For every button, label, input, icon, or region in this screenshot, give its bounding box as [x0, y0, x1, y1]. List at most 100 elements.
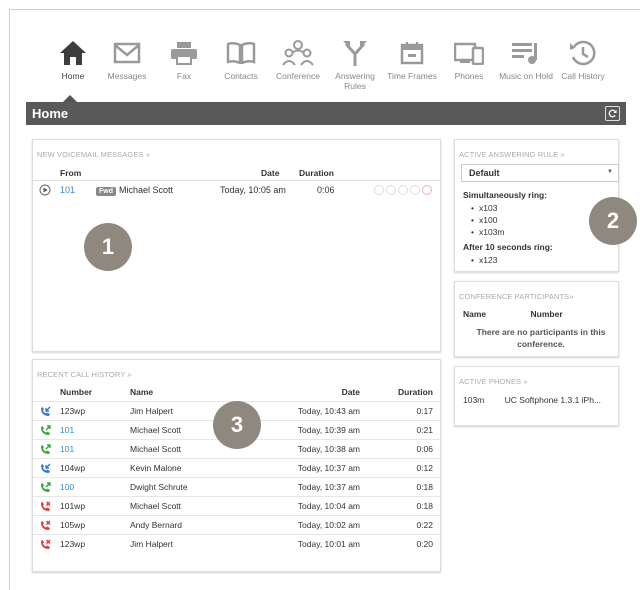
col-name: Name: [130, 387, 154, 397]
outbound-call-icon: [40, 482, 51, 495]
call-date: Today, 10:37 am: [297, 482, 360, 492]
call-duration: 0:20: [416, 539, 433, 549]
outbound-call-icon: [40, 444, 51, 457]
active-phone-row: 103m UC Softphone 1.3.1 iPh...: [463, 395, 601, 405]
delete-icon[interactable]: [422, 185, 432, 195]
nav-label: Messages: [107, 71, 147, 81]
calendar-icon: [400, 42, 424, 65]
answering-rule-details: Simultaneously ring: x103 x100 x103m Aft…: [463, 190, 553, 270]
call-duration: 0:06: [416, 444, 433, 454]
active-phones-title[interactable]: ACTIVE PHONES »: [455, 367, 618, 386]
devices-icon: [454, 42, 484, 65]
nav-label: Fax: [176, 71, 192, 81]
call-history-row[interactable]: 123wp Jim Halpert Today, 10:01 am 0:20: [33, 534, 440, 553]
nav-label: Call History: [561, 71, 605, 81]
col-date: Date: [261, 168, 280, 178]
inbound-call-icon: [40, 406, 51, 419]
missed-call-icon: [40, 539, 51, 552]
nav-item-messages[interactable]: Messages: [99, 38, 155, 81]
nav-item-home[interactable]: Home: [45, 38, 101, 81]
outbound-call-icon: [40, 425, 51, 438]
answering-rule-select[interactable]: Default ▼: [461, 164, 619, 182]
call-name: Jim Halpert: [130, 406, 173, 416]
nav-item-contacts[interactable]: Contacts: [213, 38, 269, 81]
download-icon[interactable]: [398, 185, 408, 195]
refresh-button[interactable]: [605, 106, 620, 121]
forward-icon[interactable]: [386, 185, 396, 195]
active-phones-panel: ACTIVE PHONES » 103m UC Softphone 1.3.1 …: [454, 366, 619, 426]
refresh-icon: [608, 109, 617, 118]
call-date: Today, 10:02 am: [297, 520, 360, 530]
nav-item-phones[interactable]: Phones: [441, 38, 497, 81]
call-number: 123wp: [60, 539, 86, 549]
voicemail-panel-title[interactable]: NEW VOICEMAIL MESSAGES »: [33, 140, 440, 159]
nav-label: Phones: [454, 71, 484, 81]
callback-icon[interactable]: [374, 185, 384, 195]
call-history-row[interactable]: 105wp Andy Bernard Today, 10:02 am 0:22: [33, 515, 440, 534]
call-date: Today, 10:37 am: [297, 463, 360, 473]
callout-badge-1: 1: [84, 223, 132, 271]
call-date: Today, 10:04 am: [297, 501, 360, 511]
nav-label: Music on Hold: [499, 71, 553, 81]
call-number[interactable]: 100: [60, 482, 74, 492]
call-name: Michael Scott: [130, 425, 182, 435]
callout-badge-2: 2: [589, 197, 637, 245]
nav-label: Home: [61, 71, 85, 81]
call-duration: 0:22: [416, 520, 433, 530]
nav-label: Contacts: [224, 71, 258, 81]
nav-item-answering-rules[interactable]: Answering Rules: [327, 38, 383, 91]
answering-rule-selected: Default: [469, 168, 500, 178]
call-name: Jim Halpert: [130, 539, 173, 549]
call-history-row[interactable]: 100 Dwight Schrute Today, 10:37 am 0:18: [33, 477, 440, 496]
call-history-panel-title[interactable]: RECENT CALL HISTORY »: [33, 360, 440, 379]
call-date: Today, 10:43 am: [297, 406, 360, 416]
call-number: 104wp: [60, 463, 86, 473]
nav-label: Conference: [276, 71, 320, 81]
main-nav: Home Messages Fax Contacts Conference An…: [45, 38, 625, 100]
nav-item-music-on-hold[interactable]: Music on Hold: [498, 38, 554, 81]
frame-border-left: [9, 9, 10, 590]
call-duration: 0:17: [416, 406, 433, 416]
col-number: Number: [530, 309, 563, 319]
voicemail-table-header: From Date Duration: [33, 164, 440, 181]
call-name: Michael Scott: [130, 501, 182, 511]
call-number[interactable]: 101: [60, 425, 74, 435]
answering-rule-title[interactable]: ACTIVE ANSWERING RULE »: [455, 140, 618, 159]
call-name: Michael Scott: [130, 444, 182, 454]
call-name: Andy Bernard: [130, 520, 182, 530]
printer-icon: [171, 42, 197, 65]
frame-border-top: [9, 9, 640, 10]
call-duration: 0:12: [416, 463, 433, 473]
col-duration: Duration: [299, 168, 334, 178]
voicemail-row[interactable]: 101 Fwd Michael Scott Today, 10:05 am 0:0…: [33, 181, 440, 199]
conference-title[interactable]: CONFERENCE PARTICIPANTS»: [455, 282, 618, 301]
call-number[interactable]: 101: [60, 444, 74, 454]
book-icon: [226, 42, 256, 64]
nav-item-call-history[interactable]: Call History: [555, 38, 611, 81]
voicemail-caller: Fwd Michael Scott: [96, 185, 173, 196]
nav-item-conference[interactable]: Conference: [270, 38, 326, 81]
call-duration: 0:21: [416, 425, 433, 435]
play-icon[interactable]: [39, 184, 51, 196]
conference-header: Name Number: [463, 309, 563, 319]
call-number: 101wp: [60, 501, 86, 511]
conference-empty-message: There are no participants in this confer…: [476, 327, 606, 349]
voicemail-date: Today, 10:05 am: [220, 185, 286, 195]
voicemail-from[interactable]: 101: [60, 185, 75, 195]
call-date: Today, 10:39 am: [297, 425, 360, 435]
envelope-icon: [113, 42, 141, 64]
sim-ring-list: x103 x100 x103m: [471, 203, 553, 239]
save-icon[interactable]: [410, 185, 420, 195]
home-icon: [60, 41, 86, 65]
col-from: From: [60, 168, 82, 178]
after-ring-list: x123: [471, 255, 553, 267]
call-date: Today, 10:01 am: [297, 539, 360, 549]
call-history-row[interactable]: 101wp Michael Scott Today, 10:04 am 0:18: [33, 496, 440, 515]
call-history-row[interactable]: 104wp Kevin Malone Today, 10:37 am 0:12: [33, 458, 440, 477]
page-title-bar: Home: [26, 102, 626, 125]
nav-item-time-frames[interactable]: Time Frames: [384, 38, 440, 81]
nav-item-fax[interactable]: Fax: [156, 38, 212, 81]
missed-call-icon: [40, 501, 51, 514]
call-number: 123wp: [60, 406, 86, 416]
after-ring-item: x123: [471, 255, 553, 267]
